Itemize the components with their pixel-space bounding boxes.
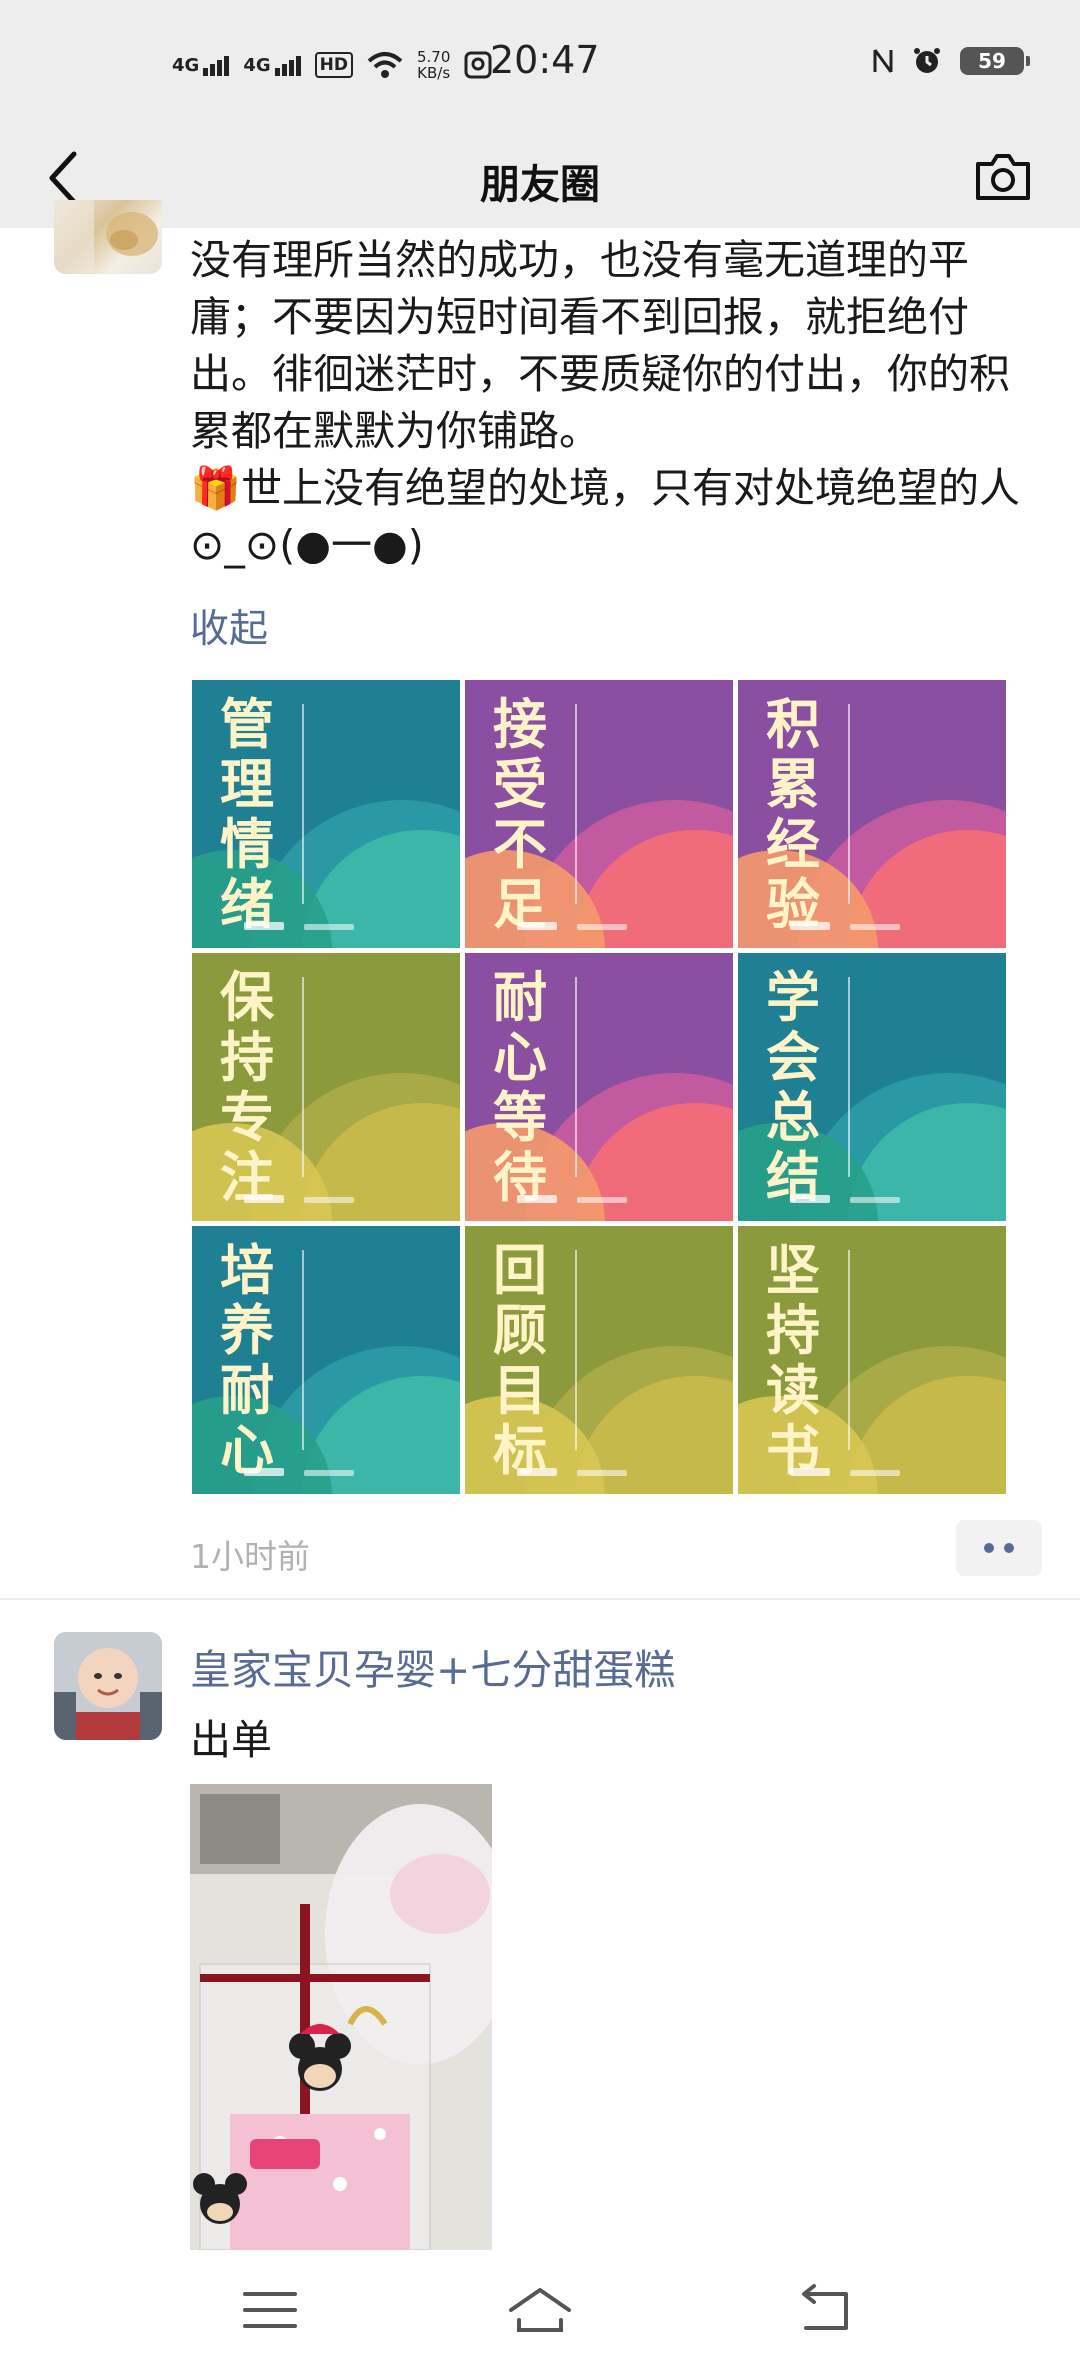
status-bar: 4G 4G HD 5.70 KB/s 20:47 59	[0, 0, 1080, 128]
signal-icon: 4G	[172, 54, 230, 76]
page-title: 朋友圈	[480, 162, 600, 208]
tile-logo	[850, 924, 900, 930]
grid-image[interactable]: 回顾目标	[465, 1226, 733, 1494]
grid-image[interactable]: 保持专注	[192, 953, 460, 1221]
tile-logo	[577, 924, 627, 930]
tile-logo	[517, 1195, 557, 1203]
menu-button[interactable]	[235, 2280, 305, 2340]
dot-icon	[984, 1543, 994, 1553]
camera-button[interactable]	[970, 144, 1036, 210]
grid-image[interactable]: 管理情绪	[192, 680, 460, 948]
status-right: 59	[872, 46, 1030, 76]
grid-image[interactable]: 积累经验	[738, 680, 1006, 948]
tile-logo	[577, 1197, 627, 1203]
tile-divider	[302, 1250, 304, 1450]
post-text: 出单	[190, 1716, 272, 1764]
speed-value: 5.70	[416, 48, 451, 66]
battery-icon: 59	[960, 47, 1030, 75]
grid-image[interactable]: 坚持读书	[738, 1226, 1006, 1494]
tile-divider	[575, 1250, 577, 1450]
post-author[interactable]: 皇家宝贝孕婴+七分甜蛋糕	[190, 1636, 675, 1696]
tile-logo	[304, 1197, 354, 1203]
post-paragraph: 没有理所当然的成功，也没有毫无道理的平庸；不要因为短时间看不到回报，就拒绝付出。…	[190, 236, 1010, 455]
tile-title: 接受不足	[493, 692, 547, 936]
tile-title: 学会总结	[766, 965, 820, 1209]
tile-title: 耐心等待	[493, 965, 547, 1209]
avatar-image	[54, 200, 158, 274]
tile-divider	[848, 704, 850, 904]
clock: 20:47	[490, 38, 600, 82]
app-notification-icon	[464, 51, 492, 79]
camera-icon	[976, 154, 1030, 200]
avatar[interactable]	[54, 1632, 162, 1740]
tile-divider	[848, 1250, 850, 1450]
tile-title: 积累经验	[766, 692, 820, 936]
post-paragraph: 🎁世上没有绝望的处境，只有对处境绝望的人⊙_⊙(●一●)	[190, 460, 1030, 574]
cake-photo	[190, 1784, 492, 2250]
signal-icon: 4G	[243, 54, 301, 76]
status-left: 4G 4G HD 5.70 KB/s	[172, 40, 492, 90]
system-nav-bar	[0, 2250, 1080, 2376]
hd-badge: HD	[314, 52, 353, 78]
avatar-image	[54, 1632, 162, 1740]
dot-icon	[1004, 1543, 1014, 1553]
post-last-line: 世上没有绝望的处境，只有对处境绝望的人⊙_⊙(●一●)	[190, 464, 1021, 569]
home-icon	[509, 2288, 571, 2332]
tile-logo	[790, 1468, 830, 1476]
post-image[interactable]	[190, 1784, 492, 2250]
tile-logo	[850, 1470, 900, 1476]
collapse-link[interactable]: 收起	[190, 598, 268, 654]
tile-logo	[244, 922, 284, 930]
grid-image[interactable]: 耐心等待	[465, 953, 733, 1221]
return-icon	[802, 2284, 848, 2330]
tile-title: 培养耐心	[220, 1238, 274, 1482]
return-button[interactable]	[790, 2280, 860, 2340]
gift-emoji-icon: 🎁	[190, 464, 242, 512]
speed-unit: KB/s	[417, 64, 451, 82]
network-speed: 5.70 KB/s	[417, 49, 450, 81]
grid-image[interactable]: 培养耐心	[192, 1226, 460, 1494]
tile-divider	[575, 704, 577, 904]
avatar[interactable]	[54, 200, 162, 274]
tile-divider	[302, 704, 304, 904]
grid-image[interactable]: 接受不足	[465, 680, 733, 948]
image-grid: 管理情绪 接受不足 积累经验保持专注 耐心等待 学会总结培养耐心 回顾目标 坚持读书	[192, 680, 1006, 1494]
tile-divider	[302, 977, 304, 1177]
grid-image[interactable]: 学会总结	[738, 953, 1006, 1221]
alarm-icon	[914, 48, 940, 73]
tile-logo	[790, 1195, 830, 1203]
nfc-icon	[873, 49, 893, 73]
divider	[0, 1598, 1080, 1600]
post-time: 1小时前	[190, 1537, 310, 1576]
network-type: 4G	[243, 54, 271, 76]
post-text: 没有理所当然的成功，也没有毫无道理的平庸；不要因为短时间看不到回报，就拒绝付出。…	[190, 232, 1030, 574]
nav-bar: 朋友圈	[0, 128, 1080, 228]
tile-logo	[304, 924, 354, 930]
tile-logo	[517, 1468, 557, 1476]
tile-title: 保持专注	[220, 965, 274, 1209]
tile-divider	[848, 977, 850, 1177]
tile-logo	[577, 1470, 627, 1476]
tile-title: 管理情绪	[220, 692, 274, 936]
tile-title: 回顾目标	[493, 1238, 547, 1482]
menu-icon	[243, 2292, 297, 2328]
tile-title: 坚持读书	[766, 1238, 820, 1482]
tile-logo	[517, 922, 557, 930]
network-type: 4G	[172, 54, 200, 76]
home-button[interactable]	[505, 2280, 575, 2340]
tile-logo	[244, 1195, 284, 1203]
tile-logo	[304, 1470, 354, 1476]
tile-logo	[850, 1197, 900, 1203]
tile-logo	[244, 1468, 284, 1476]
tile-divider	[575, 977, 577, 1177]
tile-logo	[790, 922, 830, 930]
more-actions-button[interactable]	[956, 1520, 1042, 1576]
wifi-icon	[367, 52, 403, 78]
